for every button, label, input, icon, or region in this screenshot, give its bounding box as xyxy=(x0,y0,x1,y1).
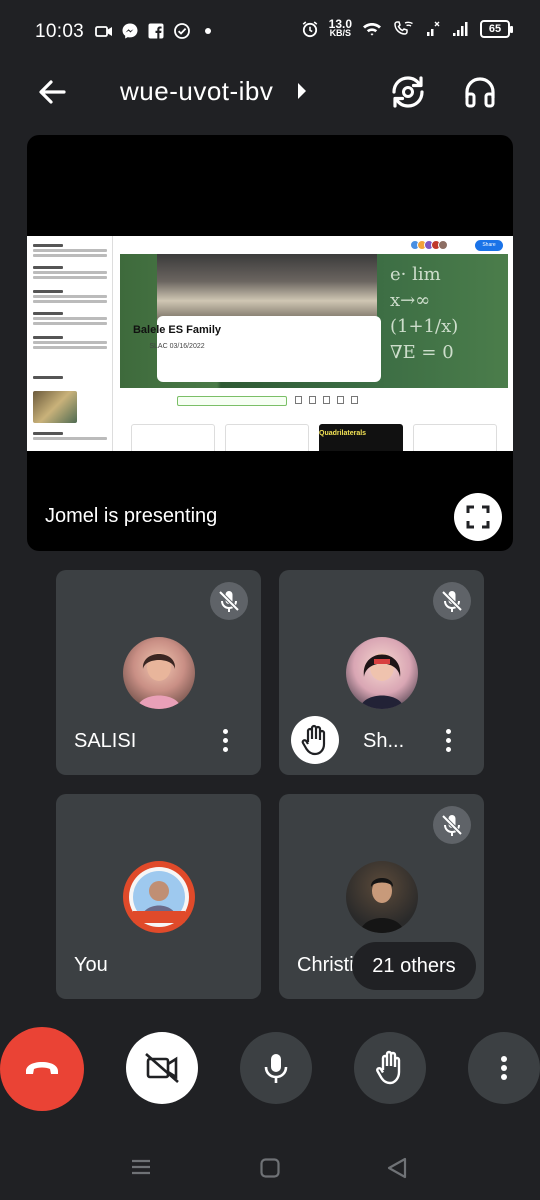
camera-off-icon xyxy=(145,1053,179,1083)
microphone-button[interactable] xyxy=(240,1032,312,1104)
participant-name: SALISI xyxy=(74,730,137,752)
others-button[interactable]: 21 others xyxy=(352,942,476,990)
raise-hand-button[interactable] xyxy=(354,1032,426,1104)
headphones-icon[interactable] xyxy=(460,72,500,112)
back-triangle-icon[interactable] xyxy=(384,1155,410,1181)
recents-icon[interactable] xyxy=(128,1156,154,1178)
screen-thumbnail xyxy=(33,391,77,423)
participant-tile[interactable]: SALISI xyxy=(56,570,261,775)
status-time: 10:03 xyxy=(35,21,85,42)
end-call-icon xyxy=(26,1062,58,1074)
meeting-code[interactable]: wue-uvot-ibv xyxy=(120,76,273,107)
meeting-header: wue-uvot-ibv xyxy=(0,60,540,124)
participant-name: Sh... xyxy=(363,730,405,752)
messenger-icon xyxy=(122,23,138,39)
participant-tile-self[interactable]: You xyxy=(56,794,261,999)
presenting-label: Jomel is presenting xyxy=(45,505,218,527)
notification-icons xyxy=(95,22,211,40)
dot-icon xyxy=(205,28,211,34)
screen-toolbar-icons xyxy=(295,396,358,404)
net-speed-unit: KB/S xyxy=(329,28,352,38)
wifi-calling-icon xyxy=(394,21,413,35)
switch-camera-icon[interactable] xyxy=(388,72,428,112)
presentation-panel[interactable]: e· lim x→∞ (1+1/x) ∇E = 0 Balele ES Family… xyxy=(27,135,513,551)
shared-screen[interactable]: e· lim x→∞ (1+1/x) ∇E = 0 Balele ES Family… xyxy=(27,236,513,451)
screen-card-label: Quadrilaterals xyxy=(319,430,367,437)
participant-tile[interactable]: Sh... xyxy=(279,570,484,775)
mic-off-icon xyxy=(433,806,471,844)
signal-x-icon xyxy=(427,21,440,36)
raise-hand-icon xyxy=(376,1050,401,1085)
mic-off-icon xyxy=(433,582,471,620)
screen-input xyxy=(177,396,287,406)
avatar xyxy=(346,861,418,933)
more-vert-icon[interactable] xyxy=(441,726,455,758)
end-call-button[interactable] xyxy=(0,1027,84,1111)
screen-banner: e· lim x→∞ (1+1/x) ∇E = 0 xyxy=(120,254,508,388)
avatar xyxy=(346,637,418,709)
facebook-icon xyxy=(148,23,164,39)
screen-cards xyxy=(131,424,497,451)
check-circle-icon xyxy=(174,23,190,39)
net-speed: 13.0 KB/S xyxy=(329,18,352,38)
wifi-icon xyxy=(363,22,381,36)
system-icons: 13.0 KB/S 65 xyxy=(301,18,513,38)
screen-class-sub: SLAC 03/16/2022 xyxy=(149,343,205,350)
screen-share-button: Share xyxy=(475,240,503,251)
back-arrow-icon[interactable] xyxy=(34,74,74,110)
camera-button[interactable] xyxy=(126,1032,198,1104)
raised-hand-icon xyxy=(291,716,339,764)
avatar xyxy=(123,637,195,709)
caret-right-icon[interactable] xyxy=(298,83,306,99)
fullscreen-icon xyxy=(466,505,490,529)
more-vert-icon[interactable] xyxy=(218,726,232,758)
battery-icon: 65 xyxy=(480,20,513,38)
avatar xyxy=(123,861,195,933)
microphone-icon xyxy=(264,1054,288,1083)
more-vert-icon xyxy=(501,1056,507,1080)
signal-icon xyxy=(453,22,468,36)
system-nav-bar xyxy=(0,1138,540,1200)
fullscreen-button[interactable] xyxy=(454,493,502,541)
home-icon[interactable] xyxy=(258,1156,282,1180)
screen-class-title: Balele ES Family xyxy=(132,324,222,336)
video-icon xyxy=(95,26,112,37)
screen-avatars xyxy=(410,240,448,250)
mic-off-icon xyxy=(210,582,248,620)
alarm-icon xyxy=(302,21,317,38)
participant-name: You xyxy=(74,954,108,976)
more-options-button[interactable] xyxy=(468,1032,540,1104)
status-bar: 10:03 13.0 KB/S 65 xyxy=(0,0,540,64)
